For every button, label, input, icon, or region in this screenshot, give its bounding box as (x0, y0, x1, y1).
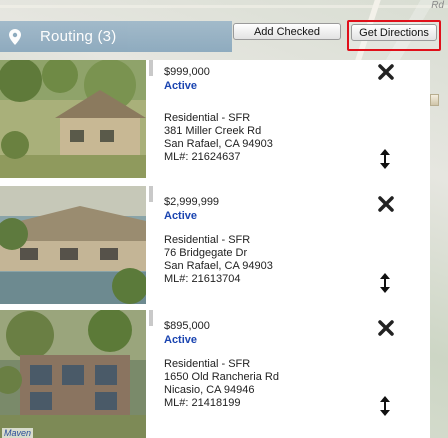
reorder-handle-icon[interactable] (379, 395, 391, 417)
property-photo[interactable] (0, 310, 146, 438)
listing-address: 1650 Old Rancheria Rd (164, 371, 279, 383)
listing-type: Residential - SFR (164, 234, 251, 246)
listing-price: $2,999,999 (164, 196, 220, 208)
listing-status: Active (164, 334, 198, 346)
routing-bar[interactable]: Routing (3) (0, 21, 232, 52)
add-checked-button[interactable]: Add Checked (233, 23, 341, 40)
property-photo[interactable] (0, 186, 146, 304)
listing-status: Active (164, 210, 198, 222)
listing-address: 76 Bridgegate Dr (164, 247, 248, 259)
get-directions-highlight: Get Directions (347, 20, 441, 51)
listing-item: $895,000 Active Residential - SFR 1650 O… (0, 310, 430, 438)
routing-header: Routing (3) Add Checked Get Directions (0, 0, 447, 60)
listing-price: $999,000 (164, 66, 210, 78)
reorder-handle-icon[interactable] (379, 148, 391, 170)
remove-icon[interactable] (377, 195, 395, 213)
listing-item: $2,999,999 Active Residential - SFR 76 B… (0, 186, 430, 304)
listing-panel: $999,000 Active Residential - SFR 381 Mi… (0, 60, 430, 438)
property-photo[interactable] (0, 60, 146, 178)
listing-city: San Rafael, CA 94903 (164, 260, 273, 272)
listing-price: $895,000 (164, 320, 210, 332)
routing-title: Routing (3) (40, 28, 117, 45)
listing-status: Active (164, 80, 198, 92)
select-checkbox[interactable] (149, 186, 153, 202)
listing-type: Residential - SFR (164, 112, 251, 124)
get-directions-button[interactable]: Get Directions (351, 24, 437, 41)
map-pin-icon (0, 21, 30, 52)
remove-icon[interactable] (377, 63, 395, 81)
listing-city: Nicasio, CA 94946 (164, 384, 255, 396)
remove-icon[interactable] (377, 319, 395, 337)
listing-mls: ML#: 21613704 (164, 273, 241, 285)
listing-type: Residential - SFR (164, 358, 251, 370)
listing-item: $999,000 Active Residential - SFR 381 Mi… (0, 60, 430, 178)
listing-mls: ML#: 21624637 (164, 151, 241, 163)
listing-address: 381 Miller Creek Rd (164, 125, 262, 137)
select-checkbox[interactable] (149, 60, 153, 76)
select-checkbox[interactable] (149, 310, 153, 326)
reorder-handle-icon[interactable] (379, 272, 391, 294)
listing-city: San Rafael, CA 94903 (164, 138, 273, 150)
map-marker-icon[interactable] (430, 94, 439, 106)
maven-logo: Maven (2, 428, 34, 438)
listing-mls: ML#: 21418199 (164, 397, 241, 409)
